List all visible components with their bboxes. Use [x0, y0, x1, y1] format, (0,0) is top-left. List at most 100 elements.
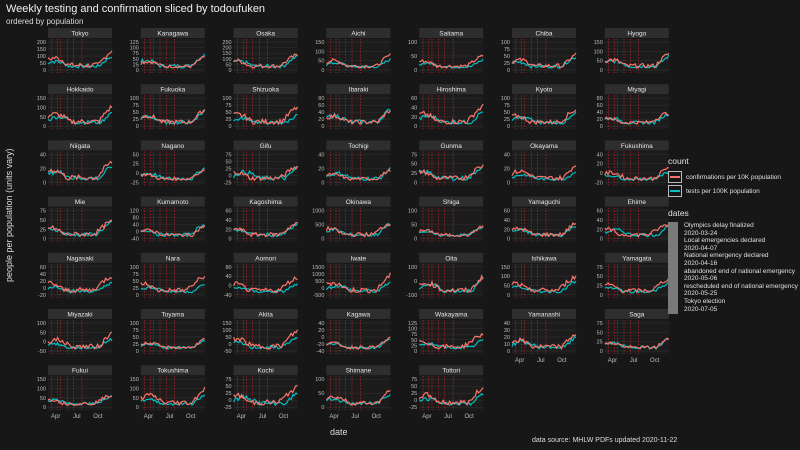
x-tick-label: Oct — [372, 414, 382, 420]
y-tick-label: 50 — [411, 54, 417, 60]
y-tick-label: 0 — [507, 124, 510, 130]
y-tick-label: -500 — [313, 293, 324, 299]
y-tick-label: 150 — [37, 377, 46, 383]
y-tick-label: 50 — [225, 110, 231, 116]
y-tick-label: 75 — [40, 209, 46, 215]
y-tick-label: -40 — [316, 349, 324, 355]
y-tick-label: 1000 — [312, 209, 324, 215]
y-tick-label: 75 — [225, 377, 231, 383]
y-tick-label: -20 — [595, 180, 603, 186]
x-tick-label: Oct — [464, 414, 474, 420]
y-tick-label: 0 — [321, 68, 324, 74]
legend-item-confirmations: confirmations per 10K population — [668, 170, 781, 184]
tests-swatch — [668, 185, 682, 197]
facet-panel: Shiga 100 50 0 — [408, 196, 484, 243]
facet-label: Tokyo — [72, 31, 89, 38]
x-tick-label: Jul — [351, 414, 359, 420]
facet-panel: Hiroshima 60 40 20 0 — [411, 84, 484, 130]
date-entry: 2020-04-07 — [684, 244, 718, 252]
facet-label: Iwate — [351, 255, 367, 262]
facet-label: Shimane — [346, 368, 372, 375]
y-tick-label: 1000 — [312, 272, 324, 278]
facet-label: Okinawa — [346, 199, 372, 206]
date-entry: Tokyo election — [684, 297, 726, 305]
y-tick-label: 50 — [40, 218, 46, 224]
y-tick-label: 100 — [130, 265, 139, 271]
y-tick-label: 60 — [411, 96, 417, 102]
y-tick-label: 100 — [408, 209, 417, 215]
y-tick-label: 0 — [600, 68, 603, 74]
y-tick-label: 100 — [501, 274, 510, 280]
y-tick-label: 20 — [318, 117, 324, 123]
y-tick-label: 75 — [133, 272, 139, 278]
y-tick-label: 0 — [321, 405, 324, 411]
y-tick-label: 0 — [136, 405, 139, 411]
y-tick-label: 25 — [225, 391, 231, 397]
y-tick-label: 40 — [225, 274, 231, 280]
y-tick-label: 75 — [504, 103, 510, 109]
facet-panel: Tokushima 150 100 50 0 Apr Jul Oct — [130, 365, 206, 420]
facet-panel: Hyogo 150 100 50 0 — [594, 28, 670, 74]
facet-panel: Toyama 1007550250 — [130, 309, 206, 355]
date-entry: 2020-03-24 — [684, 229, 718, 237]
facet-label: Gunma — [441, 143, 463, 150]
y-tick-label: 100 — [222, 328, 231, 334]
y-tick-label: 0 — [321, 237, 324, 243]
y-tick-label: 25 — [504, 61, 510, 67]
facet-label: Toyama — [161, 312, 184, 319]
y-tick-label: 0 — [414, 398, 417, 404]
facet-label: Saga — [629, 312, 645, 319]
y-tick-label: 150 — [222, 321, 231, 327]
x-axis-label: date — [330, 427, 348, 437]
date-entry: National emergency declared — [684, 252, 769, 260]
facet-panel: Okinawa 1000 500 0 — [312, 196, 391, 243]
y-tick-label: 0 — [507, 237, 510, 243]
facet-label: Shizuoka — [252, 87, 279, 94]
facet-label: Fukushima — [621, 143, 653, 150]
y-tick-label: 40 — [40, 152, 46, 158]
y-tick-label: 50 — [597, 274, 603, 280]
facet-panel: Niigata 40 20 0 — [40, 140, 113, 186]
facet-panel: Chiba 1007550250 — [501, 28, 577, 74]
y-tick-label: 50 — [40, 61, 46, 67]
facet-label: Mie — [75, 199, 86, 206]
x-tick-label: Apr — [237, 414, 246, 420]
facet-panel: Kagoshima 60 40 20 0 — [225, 196, 299, 243]
x-tick-label: Apr — [422, 414, 431, 420]
y-tick-label: 50 — [504, 54, 510, 60]
y-tick-label: 50 — [40, 396, 46, 402]
y-tick-label: -40 — [224, 293, 232, 299]
y-tick-label: -20 — [316, 342, 324, 348]
x-tick-label: Oct — [93, 414, 103, 420]
y-tick-label: 75 — [597, 321, 603, 327]
x-tick-label: Oct — [650, 358, 660, 364]
y-tick-label: 0 — [43, 340, 46, 346]
y-tick-label: 100 — [37, 54, 46, 60]
y-tick-label: 60 — [597, 209, 603, 215]
y-tick-label: 40 — [133, 223, 139, 229]
x-tick-label: Oct — [279, 414, 289, 420]
y-tick-label: 100 — [408, 265, 417, 271]
y-tick-label: -20 — [38, 293, 46, 299]
x-tick-label: Oct — [557, 358, 567, 364]
facet-label: Ehime — [628, 199, 647, 206]
date-entry: 2020-07-05 — [684, 305, 718, 313]
y-tick-label: 0 — [414, 279, 417, 285]
y-tick-label: 40 — [504, 321, 510, 327]
y-tick-label: 500 — [315, 223, 324, 229]
y-tick-label: 25 — [225, 166, 231, 172]
y-tick-label: 40 — [40, 272, 46, 278]
y-tick-label: 0 — [414, 349, 417, 355]
y-tick-label: 0 — [136, 124, 139, 130]
y-tick-label: 0 — [321, 335, 324, 341]
facet-panel: Ibaraki 806040200 — [318, 84, 391, 130]
y-tick-label: 25 — [411, 171, 417, 177]
y-tick-label: -25 — [224, 405, 232, 411]
facet-label: Kumamoto — [157, 199, 189, 206]
y-tick-label: 80 — [597, 96, 603, 102]
facet-panel: Gifu 7550250-25 — [224, 140, 299, 186]
y-tick-label: 0 — [507, 68, 510, 74]
y-tick-label: 0 — [136, 293, 139, 299]
y-tick-label: 50 — [133, 110, 139, 116]
facet-label: Hiroshima — [437, 87, 467, 94]
